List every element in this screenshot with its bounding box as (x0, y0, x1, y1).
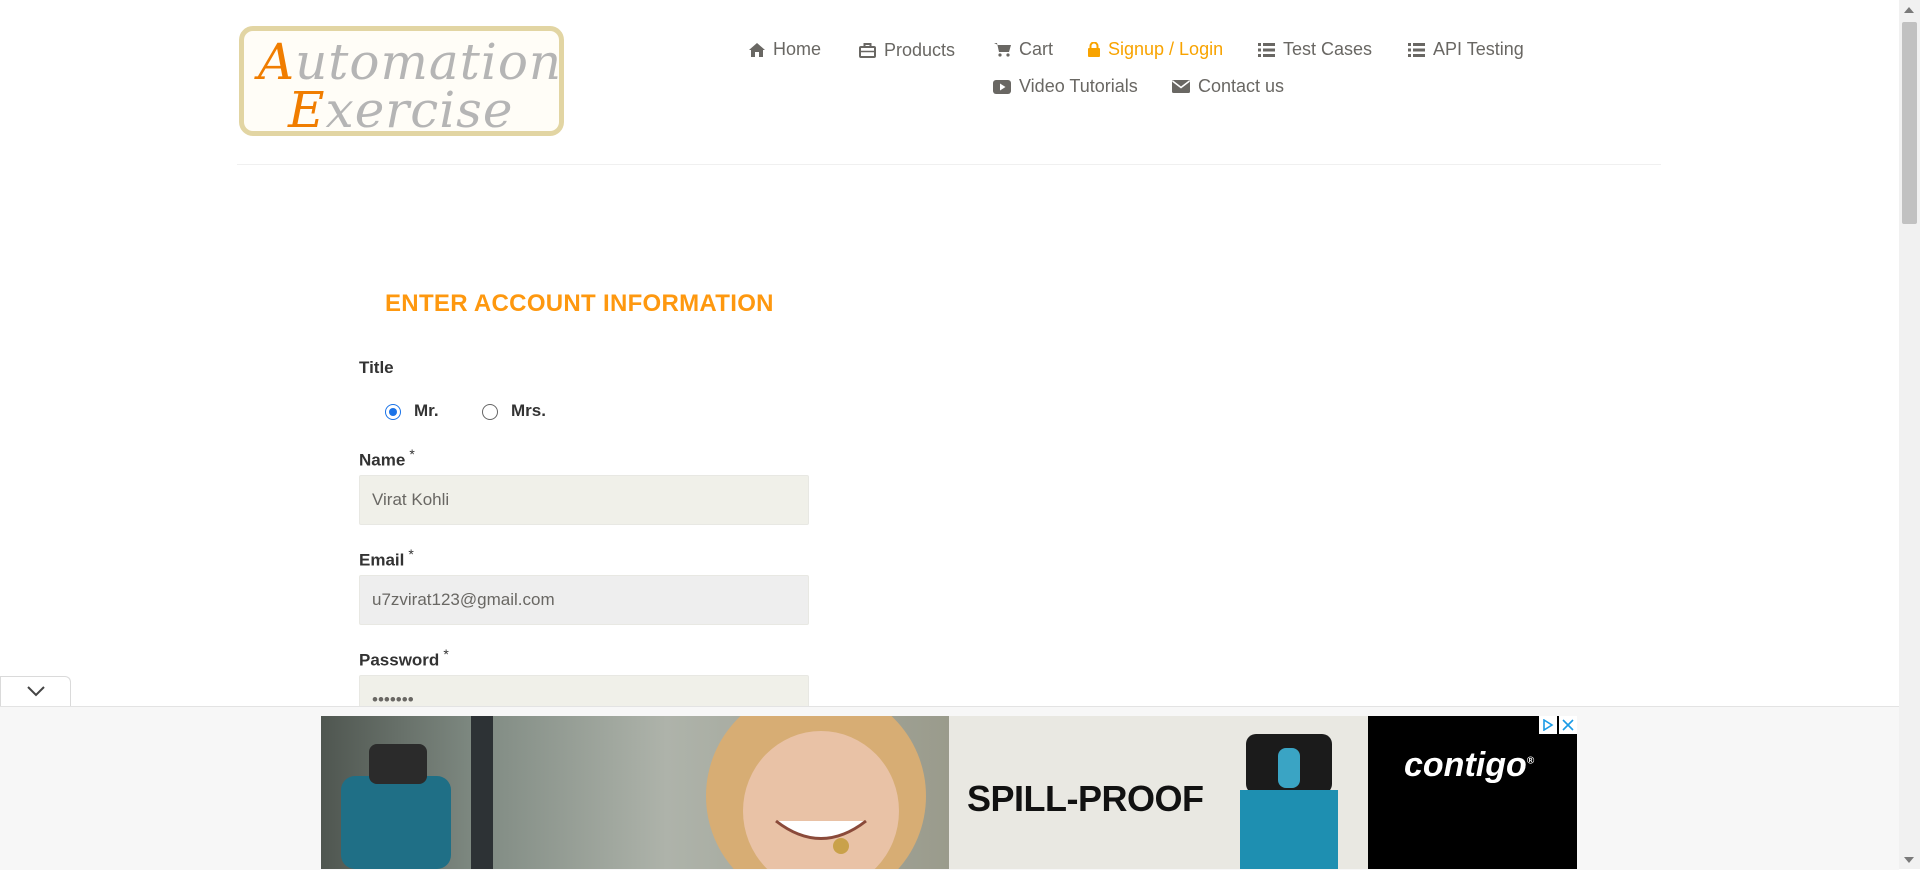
title-mr-radio[interactable] (385, 404, 401, 420)
nav-cart[interactable]: Cart (994, 39, 1053, 60)
email-label: Email * (359, 546, 414, 570)
list-icon (1258, 42, 1275, 57)
name-label: Name * (359, 446, 415, 470)
ad-collapse-toggle[interactable] (0, 676, 71, 706)
ad-brand-panel: contigo® (1368, 716, 1577, 869)
scroll-down-arrow-icon[interactable] (1904, 857, 1914, 863)
ad-close-icon[interactable] (1559, 716, 1577, 734)
lock-icon (1088, 42, 1100, 57)
title-mr-label[interactable]: Mr. (414, 401, 439, 421)
nav-cart-label: Cart (1019, 39, 1054, 59)
title-label: Title (359, 358, 394, 377)
ad-info-icon[interactable] (1539, 716, 1557, 734)
nav-contact-us-label: Contact us (1198, 76, 1285, 96)
ad-brand-logo: contigo® (1404, 746, 1535, 784)
scroll-up-arrow-icon[interactable] (1904, 7, 1914, 13)
required-marker: * (409, 446, 415, 462)
ad-photo (321, 716, 949, 869)
ad-product-panel: SPILL-PROOF (949, 716, 1368, 869)
email-input[interactable] (359, 575, 809, 625)
ad-headline: SPILL-PROOF (967, 778, 1204, 819)
nav-signup-login[interactable]: Signup / Login (1088, 39, 1223, 60)
ad-banner[interactable]: SPILL-PROOF contigo® (321, 716, 1577, 869)
logo-line-exercise: Exercise (288, 81, 514, 139)
name-input[interactable] (359, 475, 809, 525)
nav-products-label: Products (884, 40, 956, 60)
title-mrs-label[interactable]: Mrs. (511, 401, 546, 421)
cart-icon (994, 43, 1011, 57)
list-icon (1408, 42, 1425, 57)
page-scrollbar[interactable] (1899, 0, 1920, 869)
ad-choices (1539, 716, 1577, 734)
site-logo[interactable]: Automation Exercise (239, 26, 564, 139)
chevron-down-icon (27, 686, 45, 697)
nav-products[interactable]: Products (859, 40, 955, 61)
ad-photo-illustration (341, 716, 926, 869)
nav-test-cases-label: Test Cases (1283, 39, 1373, 59)
nav-video-tutorials[interactable]: Video Tutorials (993, 76, 1138, 97)
nav-home[interactable]: Home (749, 39, 821, 60)
briefcase-icon (859, 43, 876, 58)
nav-home-label: Home (773, 39, 822, 59)
envelope-icon (1172, 80, 1190, 93)
password-label: Password * (359, 646, 449, 670)
ad-tumbler-image (1240, 734, 1338, 869)
nav-api-testing[interactable]: API Testing (1408, 39, 1524, 60)
nav-contact-us[interactable]: Contact us (1172, 76, 1284, 97)
required-marker: * (408, 546, 414, 562)
nav-test-cases[interactable]: Test Cases (1258, 39, 1372, 60)
home-icon (749, 42, 765, 57)
nav-signup-login-label: Signup / Login (1108, 39, 1224, 59)
nav-api-testing-label: API Testing (1433, 39, 1524, 59)
header-divider (237, 164, 1661, 165)
nav-video-tutorials-label: Video Tutorials (1019, 76, 1138, 96)
youtube-play-icon (993, 79, 1011, 94)
title-mrs-radio[interactable] (482, 404, 498, 420)
form-heading: ENTER ACCOUNT INFORMATION (385, 290, 774, 317)
scroll-thumb[interactable] (1902, 22, 1917, 224)
required-marker: * (443, 646, 449, 662)
